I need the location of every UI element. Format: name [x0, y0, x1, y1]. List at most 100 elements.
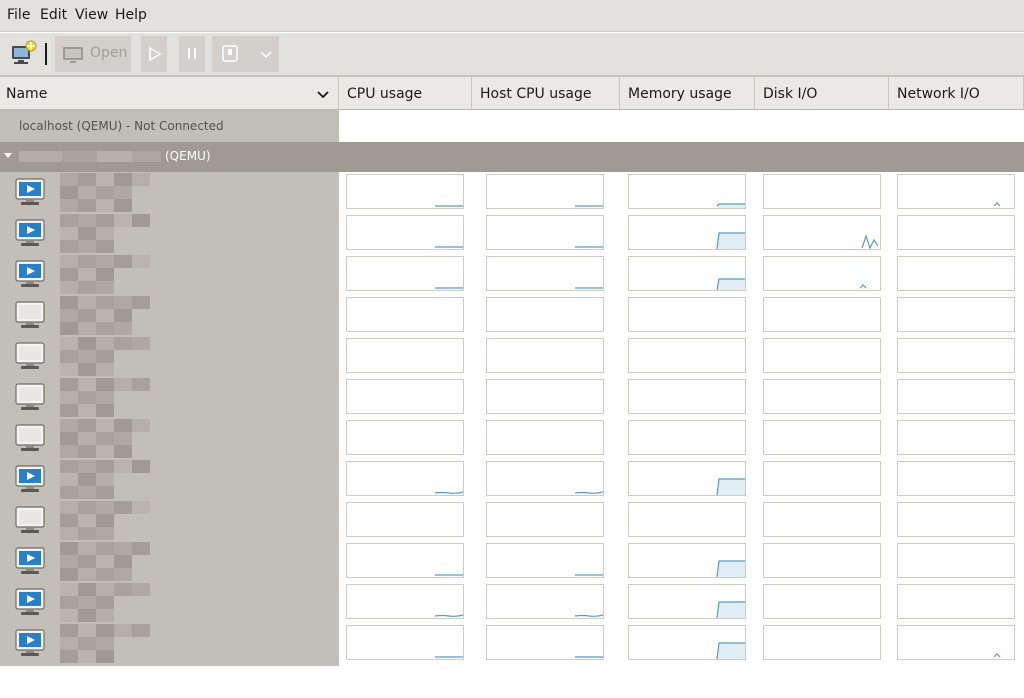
play-icon [149, 46, 162, 62]
vm-row[interactable] [0, 254, 1024, 295]
host-cpu-sparkline [486, 215, 604, 250]
memory-sparkline [628, 215, 746, 250]
redacted-vm-name [60, 255, 154, 295]
vm-row[interactable] [0, 623, 1024, 664]
host-cpu-sparkline [486, 502, 604, 537]
disk-io-header[interactable]: Disk I/O [755, 76, 889, 110]
run-button[interactable] [141, 36, 167, 72]
cpu-sparkline [346, 215, 464, 250]
redacted-vm-name [60, 419, 154, 459]
host-cpu-sparkline [486, 379, 604, 414]
vm-shutoff-icon [14, 300, 46, 330]
disk-io-sparkline [763, 502, 881, 537]
vm-row[interactable] [0, 172, 1024, 213]
menu-file[interactable]: File [7, 7, 30, 23]
vm-row[interactable] [0, 500, 1024, 541]
network-io-sparkline [897, 174, 1015, 209]
vm-shutoff-icon [14, 341, 46, 371]
name-header-label: Name [6, 86, 48, 102]
menu-edit[interactable]: Edit [40, 7, 67, 23]
vm-row[interactable] [0, 541, 1024, 582]
cpu-sparkline [346, 420, 464, 455]
connection-label: localhost (QEMU) - Not Connected [19, 119, 224, 133]
vm-row[interactable] [0, 377, 1024, 418]
host-cpu-sparkline [486, 543, 604, 578]
host-cpu-sparkline [486, 420, 604, 455]
chevron-down-icon[interactable] [256, 36, 276, 72]
network-io-header[interactable]: Network I/O [889, 76, 1024, 110]
cpu-sparkline [346, 461, 464, 496]
power-icon [222, 45, 238, 62]
cpu-usage-header[interactable]: CPU usage [339, 76, 472, 110]
pause-icon [188, 48, 196, 59]
disk-io-sparkline [763, 461, 881, 496]
network-io-sparkline [897, 543, 1015, 578]
cpu-header-label: CPU usage [347, 86, 423, 102]
redacted-vm-name [60, 583, 154, 623]
chevron-down-icon[interactable] [316, 87, 330, 101]
network-io-sparkline [897, 584, 1015, 619]
disk-io-sparkline [763, 420, 881, 455]
shutdown-button[interactable] [212, 36, 279, 72]
vm-row[interactable] [0, 336, 1024, 377]
disk-io-sparkline [763, 584, 881, 619]
name-column-header[interactable]: Name [0, 76, 339, 110]
cpu-sparkline [346, 174, 464, 209]
memory-sparkline [628, 256, 746, 291]
memory-sparkline [628, 461, 746, 496]
expander-arrow-icon[interactable] [4, 153, 12, 158]
vm-row[interactable] [0, 582, 1024, 623]
host-cpu-sparkline [486, 584, 604, 619]
host-cpu-sparkline [486, 174, 604, 209]
redacted-hostname [19, 151, 161, 162]
disk-io-sparkline [763, 256, 881, 291]
disk-io-sparkline [763, 338, 881, 373]
memory-sparkline [628, 543, 746, 578]
new-vm-button[interactable] [4, 36, 40, 72]
network-io-sparkline [897, 256, 1015, 291]
vm-shutoff-icon [14, 505, 46, 535]
connection-row-localhost[interactable]: localhost (QEMU) - Not Connected [0, 110, 339, 142]
network-io-sparkline [897, 379, 1015, 414]
host-cpu-usage-header[interactable]: Host CPU usage [472, 76, 620, 110]
memory-sparkline [628, 420, 746, 455]
redacted-vm-name [60, 378, 154, 418]
menu-help[interactable]: Help [115, 7, 147, 23]
host-cpu-sparkline [486, 338, 604, 373]
memory-sparkline [628, 379, 746, 414]
cpu-sparkline [346, 297, 464, 332]
toolbar-separator [45, 43, 47, 65]
disk-io-sparkline [763, 543, 881, 578]
vm-row[interactable] [0, 459, 1024, 500]
memory-usage-header[interactable]: Memory usage [620, 76, 755, 110]
vm-row[interactable] [0, 295, 1024, 336]
list-bottom-padding [0, 666, 1024, 698]
disk-io-sparkline [763, 215, 881, 250]
connection-label: (QEMU) [165, 149, 211, 163]
memory-header-label: Memory usage [628, 86, 732, 102]
redacted-vm-name [60, 214, 154, 254]
toolbar: Open [0, 33, 1024, 76]
disk-io-sparkline [763, 297, 881, 332]
pause-button[interactable] [179, 36, 205, 72]
connection-row-qemu[interactable]: (QEMU) [0, 142, 1024, 172]
network-io-sparkline [897, 338, 1015, 373]
cpu-sparkline [346, 379, 464, 414]
host-cpu-sparkline [486, 256, 604, 291]
open-button[interactable]: Open [55, 36, 131, 72]
cpu-sparkline [346, 338, 464, 373]
disk-io-sparkline [763, 174, 881, 209]
redacted-vm-name [60, 460, 154, 500]
vm-shutoff-icon [14, 423, 46, 453]
vm-running-icon [14, 259, 46, 289]
vm-row[interactable] [0, 213, 1024, 254]
redacted-vm-name [60, 337, 154, 377]
disk-io-sparkline [763, 379, 881, 414]
network-io-sparkline [897, 625, 1015, 660]
monitor-icon [63, 47, 83, 63]
cpu-sparkline [346, 625, 464, 660]
network-io-sparkline [897, 502, 1015, 537]
redacted-vm-name [60, 501, 154, 541]
vm-row[interactable] [0, 418, 1024, 459]
menu-view[interactable]: View [75, 7, 108, 23]
